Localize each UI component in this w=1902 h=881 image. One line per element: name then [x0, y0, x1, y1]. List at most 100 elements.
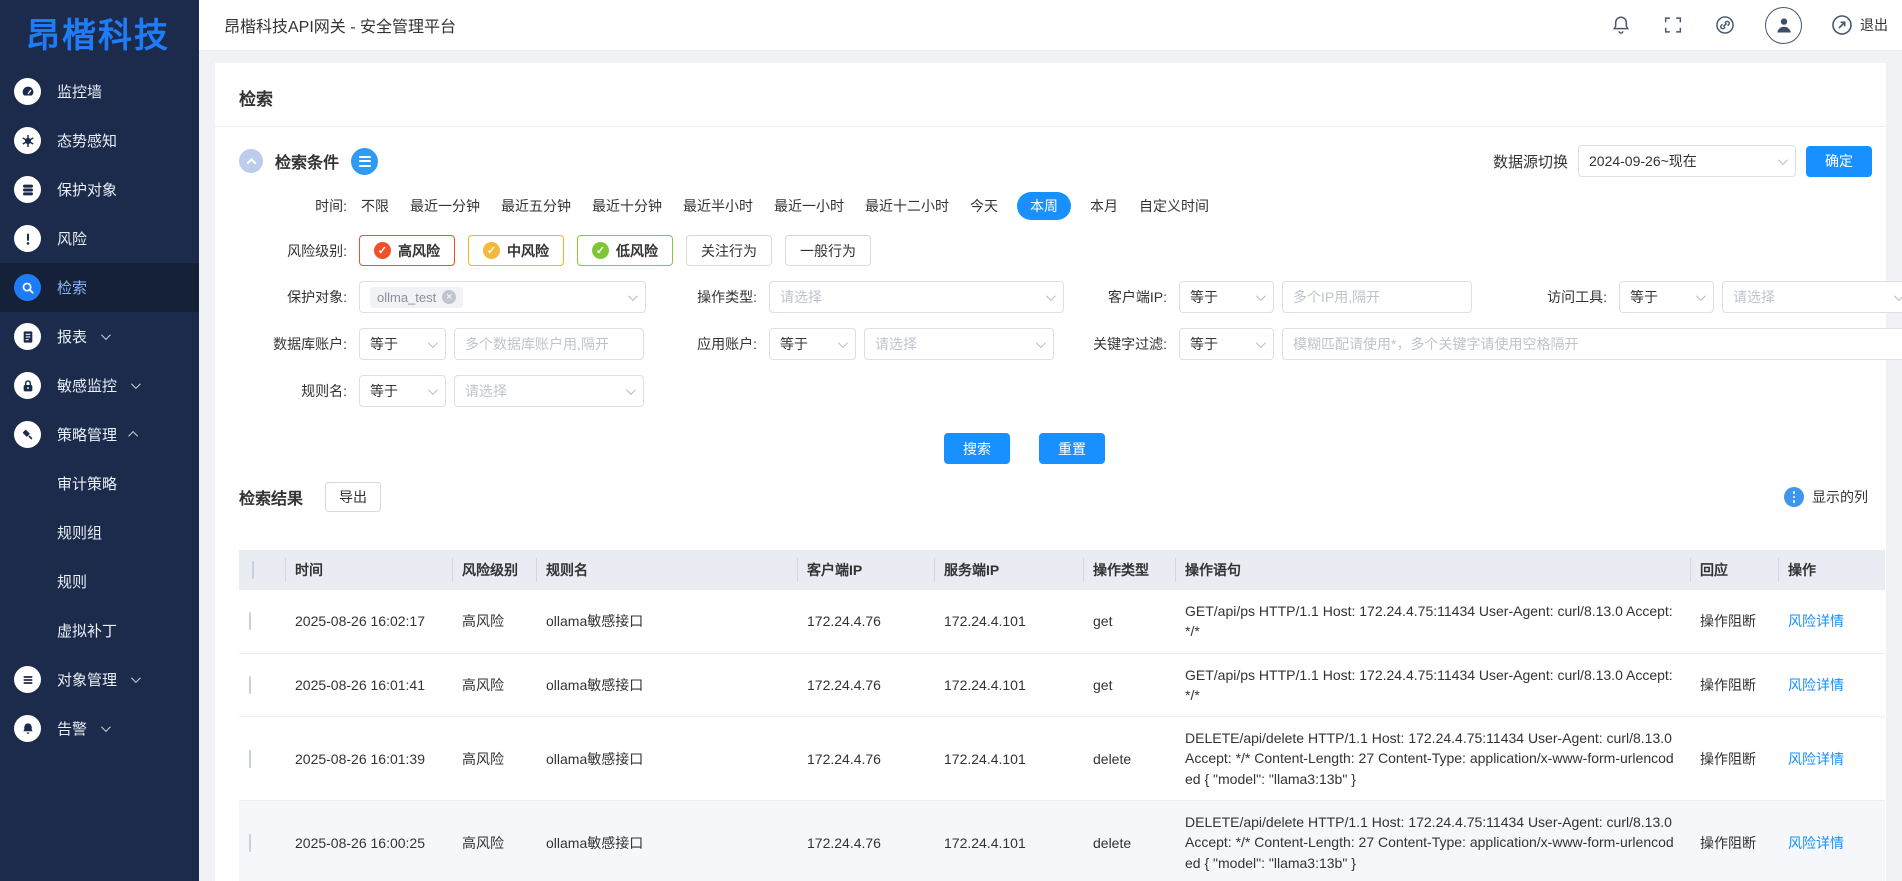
time-option-last-30min[interactable]: 最近半小时	[681, 192, 755, 220]
monitor-wall-icon	[14, 78, 41, 105]
client-ip-input[interactable]	[1282, 281, 1472, 313]
condition-menu-icon[interactable]	[351, 148, 378, 175]
client-ip-label: 客户端IP:	[1064, 287, 1179, 307]
sidebar-item-strategy-mgmt[interactable]: 策略管理	[0, 410, 199, 459]
tag-close-icon[interactable]: ×	[442, 290, 456, 304]
chevron-down-icon	[428, 338, 438, 348]
risk-medium-button[interactable]: ✓ 中风险	[468, 235, 564, 266]
link-icon[interactable]	[1713, 13, 1737, 37]
logout-button[interactable]: 退出	[1830, 13, 1888, 37]
sidebar-item-label: 对象管理	[57, 669, 117, 690]
cell-statement: GET/api/ps HTTP/1.1 Host: 172.24.4.75:11…	[1175, 653, 1690, 717]
chevron-down-icon	[838, 338, 848, 348]
risk-low-button[interactable]: ✓ 低风险	[577, 235, 673, 266]
sidebar-item-label: 报表	[57, 326, 87, 347]
app-account-op-select[interactable]: 等于	[769, 328, 856, 360]
row-checkbox[interactable]	[249, 676, 251, 694]
collapse-conditions-button[interactable]	[239, 149, 263, 173]
risk-detail-link[interactable]: 风险详情	[1788, 751, 1844, 767]
cell-server-ip: 172.24.4.101	[934, 590, 1083, 653]
db-account-op-select[interactable]: 等于	[359, 328, 446, 360]
results-table: 时间 风险级别 规则名 客户端IP 服务端IP 操作类型 操作语句 回应 操作	[239, 550, 1885, 881]
keyword-input[interactable]	[1282, 328, 1902, 360]
user-avatar[interactable]	[1765, 7, 1802, 44]
sidebar-item-rules[interactable]: 规则	[0, 557, 199, 606]
row-checkbox[interactable]	[249, 750, 251, 768]
risk-detail-link[interactable]: 风险详情	[1788, 677, 1844, 693]
keyword-op-select[interactable]: 等于	[1179, 328, 1274, 360]
sidebar-item-label: 监控墙	[57, 81, 102, 102]
time-option-today[interactable]: 今天	[968, 192, 1000, 220]
sidebar-item-protect-objects[interactable]: 保护对象	[0, 165, 199, 214]
cell-op-type: get	[1083, 590, 1175, 653]
visible-columns-button[interactable]: 显示的列	[1784, 487, 1868, 507]
col-server-ip: 服务端IP	[934, 550, 1083, 590]
time-option-this-month[interactable]: 本月	[1088, 192, 1120, 220]
row-checkbox[interactable]	[249, 612, 251, 630]
time-option-last-5min[interactable]: 最近五分钟	[499, 192, 573, 220]
page-content: 检索 检索条件 数据源切换 2024-09-26~现在 确定	[199, 51, 1902, 881]
client-ip-op-select[interactable]: 等于	[1179, 281, 1274, 313]
fullscreen-icon[interactable]	[1661, 13, 1685, 37]
chevron-down-icon	[131, 379, 141, 389]
sidebar-item-object-mgmt[interactable]: 对象管理	[0, 655, 199, 704]
risk-detail-link[interactable]: 风险详情	[1788, 613, 1844, 629]
time-option-this-week[interactable]: 本周	[1017, 192, 1071, 220]
sidebar-item-reports[interactable]: 报表	[0, 312, 199, 361]
op-value: 等于	[370, 381, 398, 401]
tag-label: ollma_test	[377, 290, 436, 305]
datasource-label: 数据源切换	[1493, 151, 1568, 172]
sidebar-item-virtual-patch[interactable]: 虚拟补丁	[0, 606, 199, 655]
app-title: 昂楷科技API网关 - 安全管理平台	[224, 13, 456, 37]
time-option-last-1h[interactable]: 最近一小时	[772, 192, 846, 220]
app-account-select[interactable]: 请选择	[864, 328, 1054, 360]
sidebar-item-rule-group[interactable]: 规则组	[0, 508, 199, 557]
notification-bell-icon[interactable]	[1609, 13, 1633, 37]
export-button[interactable]: 导出	[325, 482, 381, 512]
datasource-select[interactable]: 2024-09-26~现在	[1578, 145, 1796, 177]
op-type-select[interactable]: 请选择	[769, 281, 1064, 313]
top-header: 昂楷科技API网关 - 安全管理平台 退出	[199, 0, 1902, 51]
risk-high-button[interactable]: ✓ 高风险	[359, 235, 455, 266]
protect-object-label: 保护对象:	[231, 287, 359, 307]
time-option-unlimited[interactable]: 不限	[359, 192, 391, 220]
rule-name-op-select[interactable]: 等于	[359, 375, 446, 407]
risk-normal-button[interactable]: 一般行为	[785, 235, 871, 266]
confirm-button[interactable]: 确定	[1806, 146, 1872, 177]
page-title: 检索	[231, 79, 1878, 126]
alarm-bell-icon	[14, 715, 41, 742]
sidebar-item-alerts[interactable]: 告警	[0, 704, 199, 753]
risk-watch-button[interactable]: 关注行为	[686, 235, 772, 266]
risk-detail-link[interactable]: 风险详情	[1788, 835, 1844, 851]
access-tool-select[interactable]: 请选择	[1722, 281, 1902, 313]
sidebar-item-situation[interactable]: 态势感知	[0, 116, 199, 165]
op-value: 等于	[780, 334, 808, 354]
sidebar-item-label: 策略管理	[57, 424, 117, 445]
brand-logo: 昂楷科技	[0, 0, 199, 67]
row-checkbox[interactable]	[249, 834, 251, 852]
sidebar-item-monitor-wall[interactable]: 监控墙	[0, 67, 199, 116]
reset-button[interactable]: 重置	[1039, 433, 1105, 464]
time-option-last-1min[interactable]: 最近一分钟	[408, 192, 482, 220]
protect-object-select[interactable]: ollma_test ×	[359, 281, 646, 313]
select-placeholder: 请选择	[875, 334, 917, 354]
access-tool-op-select[interactable]: 等于	[1619, 281, 1714, 313]
cell-rule: ollama敏感接口	[536, 590, 797, 653]
rule-name-select[interactable]: 请选择	[454, 375, 644, 407]
cell-response: 操作阻断	[1690, 590, 1778, 653]
search-button[interactable]: 搜索	[944, 433, 1010, 464]
time-option-last-10min[interactable]: 最近十分钟	[590, 192, 664, 220]
sidebar-item-audit-strategy[interactable]: 审计策略	[0, 459, 199, 508]
col-response: 回应	[1690, 550, 1778, 590]
db-account-input[interactable]	[454, 328, 644, 360]
time-option-last-12h[interactable]: 最近十二小时	[863, 192, 951, 220]
op-value: 等于	[1190, 287, 1218, 307]
sidebar-item-search[interactable]: 检索	[0, 263, 199, 312]
sidebar-item-sensitive-monitor[interactable]: 敏感监控	[0, 361, 199, 410]
time-option-custom[interactable]: 自定义时间	[1137, 192, 1211, 220]
chevron-down-icon	[428, 385, 438, 395]
sidebar-item-risk[interactable]: 风险	[0, 214, 199, 263]
select-all-checkbox[interactable]	[252, 561, 254, 579]
sidebar-item-label: 审计策略	[57, 473, 117, 494]
check-circle-icon: ✓	[483, 242, 500, 259]
